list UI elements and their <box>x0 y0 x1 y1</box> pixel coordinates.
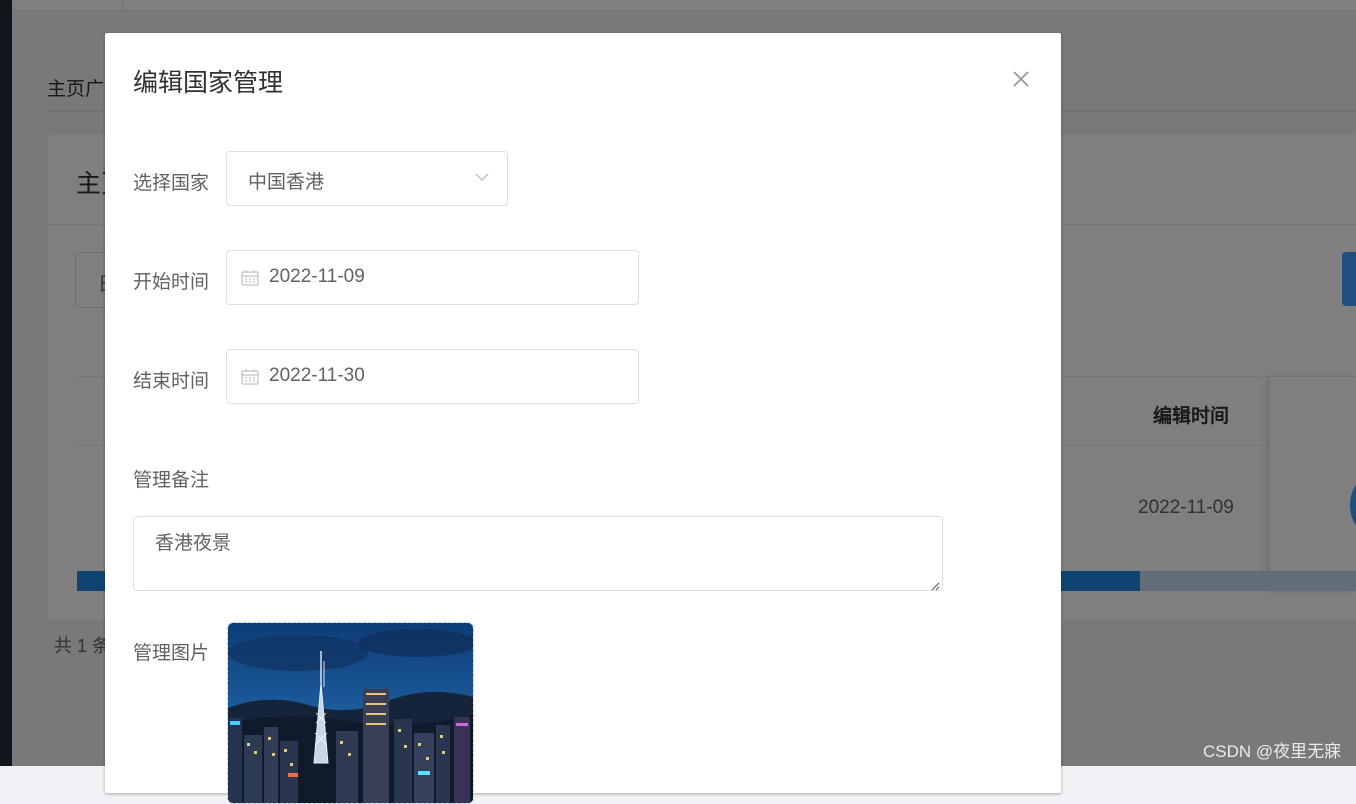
remark-textarea[interactable]: 香港夜景 <box>133 516 943 591</box>
image-label: 管理图片 <box>133 643 210 664</box>
resize-handle-icon[interactable] <box>930 578 940 591</box>
close-icon[interactable] <box>1009 67 1033 91</box>
end-date-label: 结束时间 <box>133 371 210 392</box>
country-select-value: 中国香港 <box>248 172 325 193</box>
image-uploader[interactable] <box>227 622 474 804</box>
chevron-down-icon <box>473 168 491 186</box>
end-date-picker[interactable]: 2022-11-30 <box>226 349 639 404</box>
country-select[interactable]: 中国香港 <box>226 151 508 206</box>
edit-country-dialog: 编辑国家管理 选择国家 中国香港 开始时间 2022-11-09 结束时间 20… <box>105 33 1061 804</box>
remark-label: 管理备注 <box>133 470 210 491</box>
country-label: 选择国家 <box>133 173 210 194</box>
calendar-icon <box>240 367 260 387</box>
remark-value: 香港夜景 <box>155 533 232 554</box>
end-date-value: 2022-11-30 <box>269 365 365 386</box>
calendar-icon <box>240 268 260 288</box>
hong-kong-night-image <box>228 623 473 803</box>
dialog-title: 编辑国家管理 <box>133 69 284 97</box>
watermark: CSDN @夜里无寐 <box>1203 742 1342 761</box>
start-date-picker[interactable]: 2022-11-09 <box>226 250 639 305</box>
start-date-label: 开始时间 <box>133 272 210 293</box>
start-date-value: 2022-11-09 <box>269 266 365 287</box>
